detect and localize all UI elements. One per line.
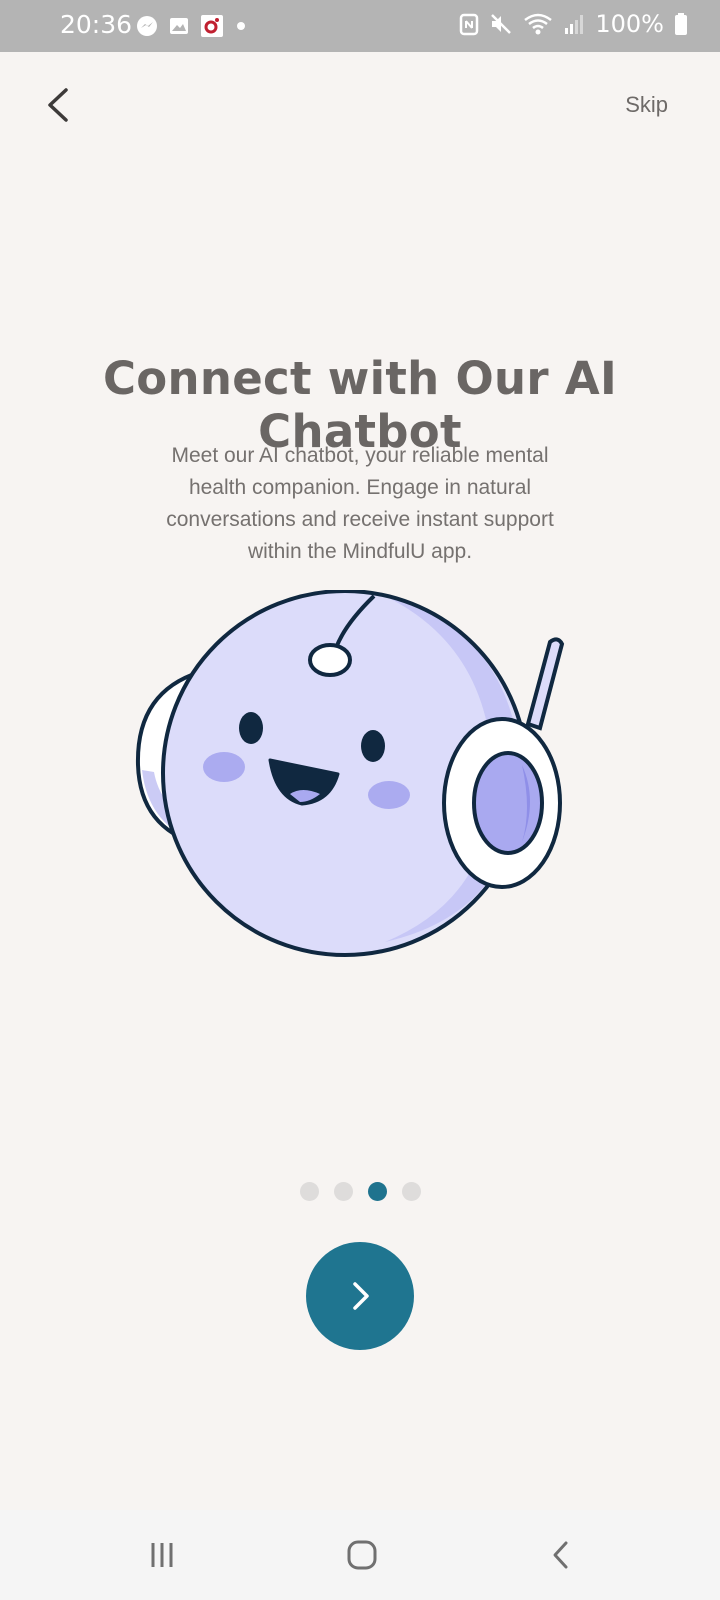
status-time: 20:36 <box>60 10 133 39</box>
app-notification-icon <box>201 15 223 37</box>
system-back-button[interactable] <box>532 1530 592 1580</box>
robot-chatbot-mascot <box>135 590 565 957</box>
page-dot-active[interactable] <box>367 1182 387 1201</box>
gallery-icon <box>170 18 188 34</box>
mute-icon <box>491 14 512 34</box>
battery-percent: 100% <box>595 10 664 38</box>
signal-icon <box>565 15 584 34</box>
home-icon <box>347 1540 377 1570</box>
back-icon <box>553 1541 568 1569</box>
page-dot[interactable] <box>333 1182 353 1201</box>
chevron-right-icon <box>353 1282 369 1310</box>
description-line: conversations and receive instant suppor… <box>166 508 554 531</box>
recents-icon <box>151 1543 173 1567</box>
status-bar: 20:36 100% <box>0 0 720 52</box>
page-indicator <box>0 1182 720 1201</box>
skip-button[interactable]: Skip <box>625 92 668 118</box>
chevron-left-icon <box>48 88 68 122</box>
home-button[interactable] <box>332 1530 392 1580</box>
system-navigation-bar <box>0 1510 720 1600</box>
status-icons: 100% <box>459 10 688 38</box>
next-button[interactable] <box>306 1242 414 1350</box>
page-description: Meet our AI chatbot, your reliable menta… <box>120 440 600 568</box>
recents-button[interactable] <box>132 1530 192 1580</box>
nfc-icon <box>460 13 479 36</box>
back-button[interactable] <box>38 82 82 128</box>
notification-icons <box>136 14 248 38</box>
description-line: Meet our AI chatbot, your reliable menta… <box>171 444 549 467</box>
top-navigation: Skip <box>0 52 720 162</box>
description-line: health companion. Engage in natural <box>188 476 532 499</box>
battery-icon <box>675 13 687 35</box>
messenger-icon <box>137 16 157 36</box>
page-dot[interactable] <box>401 1182 421 1201</box>
dot-icon <box>237 22 245 30</box>
wifi-icon <box>524 13 553 35</box>
description-line: within the MindfulU app. <box>247 540 473 563</box>
page-dot[interactable] <box>299 1182 319 1201</box>
